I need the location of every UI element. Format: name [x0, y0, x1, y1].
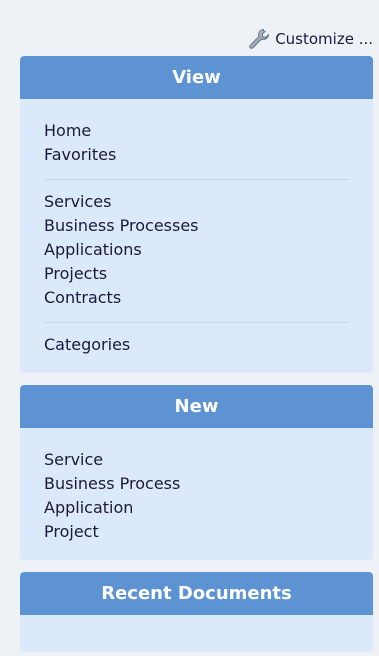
view-link-business-processes[interactable]: Business Processes: [44, 214, 349, 238]
view-panel-body: Home Favorites Services Business Process…: [20, 99, 373, 369]
new-group: Service Business Process Application Pro…: [44, 448, 349, 556]
customize-link[interactable]: Customize ...: [247, 27, 373, 51]
view-group-objects: Services Business Processes Applications…: [44, 190, 349, 323]
view-group-categories: Categories: [44, 333, 349, 369]
new-link-service[interactable]: Service: [44, 448, 349, 472]
view-link-services[interactable]: Services: [44, 190, 349, 214]
view-group-main: Home Favorites: [44, 119, 349, 180]
new-panel-header: New: [20, 385, 373, 428]
new-panel: New Service Business Process Application…: [20, 385, 373, 560]
view-panel: View Home Favorites Services Business Pr…: [20, 56, 373, 373]
view-link-categories[interactable]: Categories: [44, 333, 349, 357]
new-link-business-process[interactable]: Business Process: [44, 472, 349, 496]
view-link-favorites[interactable]: Favorites: [44, 143, 349, 167]
new-link-application[interactable]: Application: [44, 496, 349, 520]
recent-documents-panel: Recent Documents: [20, 572, 373, 652]
view-panel-header: View: [20, 56, 373, 99]
new-panel-body: Service Business Process Application Pro…: [20, 428, 373, 556]
view-link-home[interactable]: Home: [44, 119, 349, 143]
view-link-projects[interactable]: Projects: [44, 262, 349, 286]
recent-documents-header: Recent Documents: [20, 572, 373, 615]
sidebar: Customize ... View Home Favorites Servic…: [0, 0, 379, 656]
new-link-project[interactable]: Project: [44, 520, 349, 544]
view-link-contracts[interactable]: Contracts: [44, 286, 349, 310]
recent-documents-body: [20, 615, 373, 635]
wrench-icon: [247, 27, 271, 51]
customize-label: Customize ...: [275, 30, 373, 48]
view-link-applications[interactable]: Applications: [44, 238, 349, 262]
